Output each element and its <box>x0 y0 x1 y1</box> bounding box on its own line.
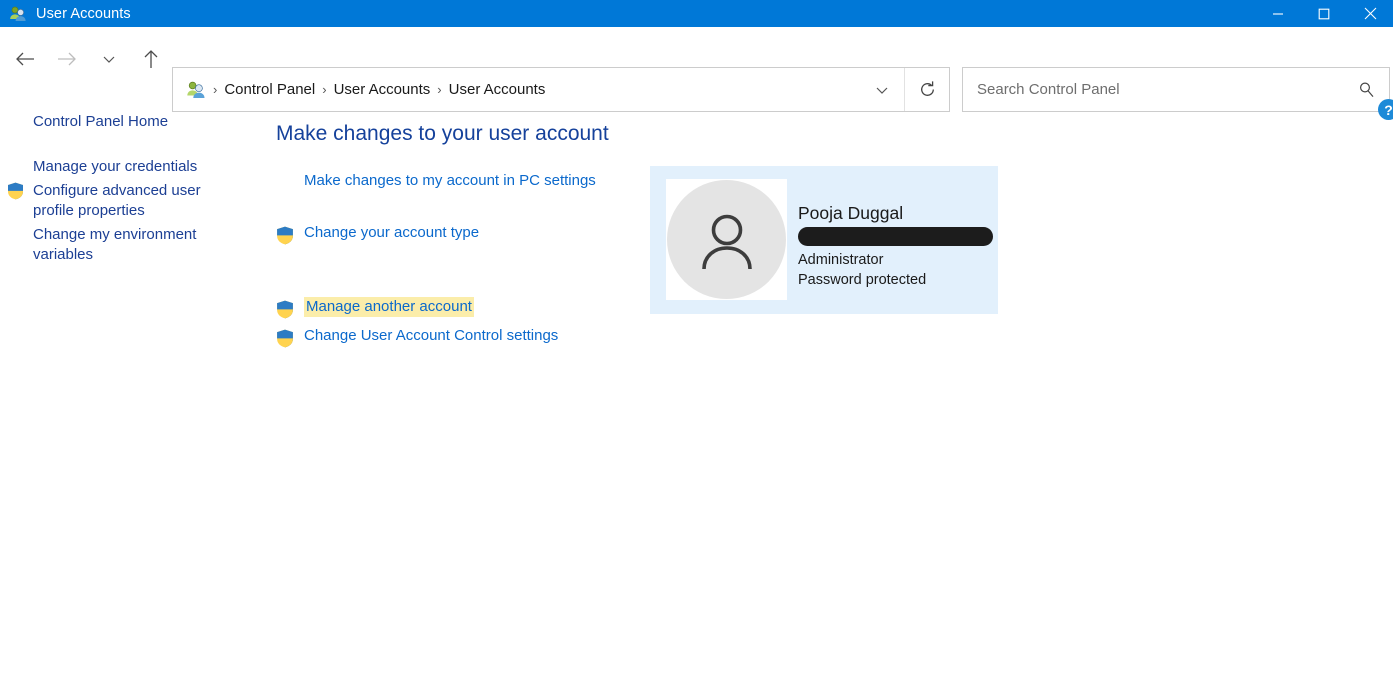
link-row-manage-another-account: Manage another account <box>304 298 656 320</box>
sidebar-task-list: Manage your credentials Configure advanc… <box>0 157 276 269</box>
link-change-your-account-type[interactable]: Change your account type <box>304 224 479 241</box>
close-icon[interactable] <box>1347 0 1393 27</box>
search-icon[interactable] <box>1358 81 1375 98</box>
link-row-change-uac-settings: Change User Account Control settings <box>304 327 656 349</box>
sidebar-item-manage-your-credentials[interactable]: Manage your credentials <box>0 157 276 178</box>
breadcrumb-user-accounts-icon <box>186 80 206 100</box>
uac-shield-icon <box>276 300 294 319</box>
breadcrumb-separator: › <box>210 82 220 97</box>
sidebar-item-label: Manage your credentials <box>33 157 213 178</box>
window-controls <box>1255 0 1393 27</box>
address-dropdown-chevron-down-icon[interactable] <box>859 68 904 111</box>
breadcrumb-item-control-panel[interactable]: Control Panel <box>220 81 319 98</box>
link-row-change-account-type: Change your account type <box>304 224 656 246</box>
link-manage-another-account[interactable]: Manage another account <box>304 297 474 317</box>
refresh-icon[interactable] <box>904 68 949 111</box>
up-arrow-icon[interactable] <box>130 39 172 79</box>
minimize-icon[interactable] <box>1255 0 1301 27</box>
help-icon[interactable]: ? <box>1378 99 1393 120</box>
forward-arrow-icon[interactable] <box>46 39 88 79</box>
breadcrumb-item-user-accounts[interactable]: User Accounts <box>330 81 435 98</box>
uac-shield-icon <box>7 182 24 200</box>
title-bar: User Accounts <box>0 0 1393 27</box>
link-make-changes-in-pc-settings[interactable]: Make changes to my account in PC setting… <box>304 172 596 189</box>
uac-shield-icon <box>276 329 294 348</box>
account-summary-panel: Pooja Duggal Administrator Password prot… <box>650 166 998 314</box>
account-email-redacted-bar <box>798 227 993 246</box>
user-avatar-icon <box>667 180 786 299</box>
navigation-bar: › Control Panel › User Accounts › User A… <box>0 27 1393 90</box>
maximize-icon[interactable] <box>1301 0 1347 27</box>
back-arrow-icon[interactable] <box>4 39 46 79</box>
sidebar-item-control-panel-home[interactable]: Control Panel Home <box>33 113 168 130</box>
avatar <box>666 179 787 300</box>
window-title: User Accounts <box>36 6 131 22</box>
uac-shield-icon <box>276 226 294 245</box>
account-type: Administrator <box>798 251 998 271</box>
page-title: Make changes to your user account <box>276 122 609 146</box>
link-row-pc-settings: Make changes to my account in PC setting… <box>304 172 656 194</box>
link-change-user-account-control-settings[interactable]: Change User Account Control settings <box>304 327 558 344</box>
sidebar-item-label: Configure advanced user profile properti… <box>33 181 213 222</box>
account-details: Pooja Duggal Administrator Password prot… <box>798 202 998 290</box>
breadcrumb-separator: › <box>434 82 444 97</box>
user-accounts-icon <box>9 5 27 23</box>
sidebar-item-change-my-environment-variables[interactable]: Change my environment variables <box>0 225 276 266</box>
sidebar-item-label: Change my environment variables <box>33 225 213 266</box>
sidebar-item-configure-advanced-user-profile-properties[interactable]: Configure advanced user profile properti… <box>0 181 276 222</box>
breadcrumb-separator: › <box>319 82 329 97</box>
address-bar[interactable]: › Control Panel › User Accounts › User A… <box>172 67 950 112</box>
search-box[interactable] <box>962 67 1390 112</box>
search-input[interactable] <box>975 70 1345 110</box>
task-link-list: Make changes to my account in PC setting… <box>276 172 656 349</box>
breadcrumb-item-user-accounts-current[interactable]: User Accounts <box>445 81 550 98</box>
account-name: Pooja Duggal <box>798 202 998 224</box>
recent-locations-chevron-down-icon[interactable] <box>88 39 130 79</box>
account-password-status: Password protected <box>798 271 998 291</box>
